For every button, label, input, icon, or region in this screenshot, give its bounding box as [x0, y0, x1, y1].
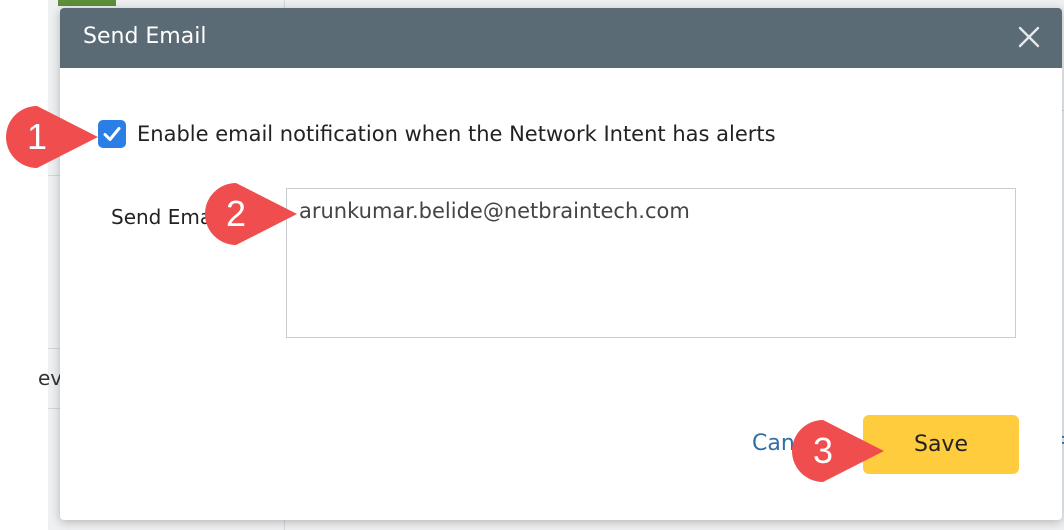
dialog-header: Send Email	[60, 8, 1062, 68]
email-recipient-value: arunkumar.belide@netbraintech.com	[299, 199, 690, 223]
step-callout-2: 2	[203, 181, 303, 247]
step-callout-1: 1	[4, 104, 104, 170]
callout-number: 2	[225, 193, 247, 234]
callout-number: 3	[812, 430, 834, 471]
email-recipients-field[interactable]: arunkumar.belide@netbraintech.com	[286, 188, 1016, 338]
background-partial-text: ev	[38, 366, 63, 390]
close-icon	[1018, 26, 1040, 48]
background-left-edge	[0, 0, 48, 530]
close-button[interactable]	[1014, 22, 1044, 52]
callout-number: 1	[26, 116, 48, 157]
background-status-tab	[58, 0, 116, 6]
send-email-dialog: Send Email Enable email notification whe…	[60, 8, 1062, 520]
enable-notification-row: Enable email notification when the Netwo…	[98, 119, 776, 149]
enable-notification-label: Enable email notification when the Netwo…	[137, 122, 776, 146]
dialog-title: Send Email	[83, 24, 207, 49]
step-callout-3: 3	[790, 418, 890, 484]
checkmark-icon	[103, 127, 121, 141]
